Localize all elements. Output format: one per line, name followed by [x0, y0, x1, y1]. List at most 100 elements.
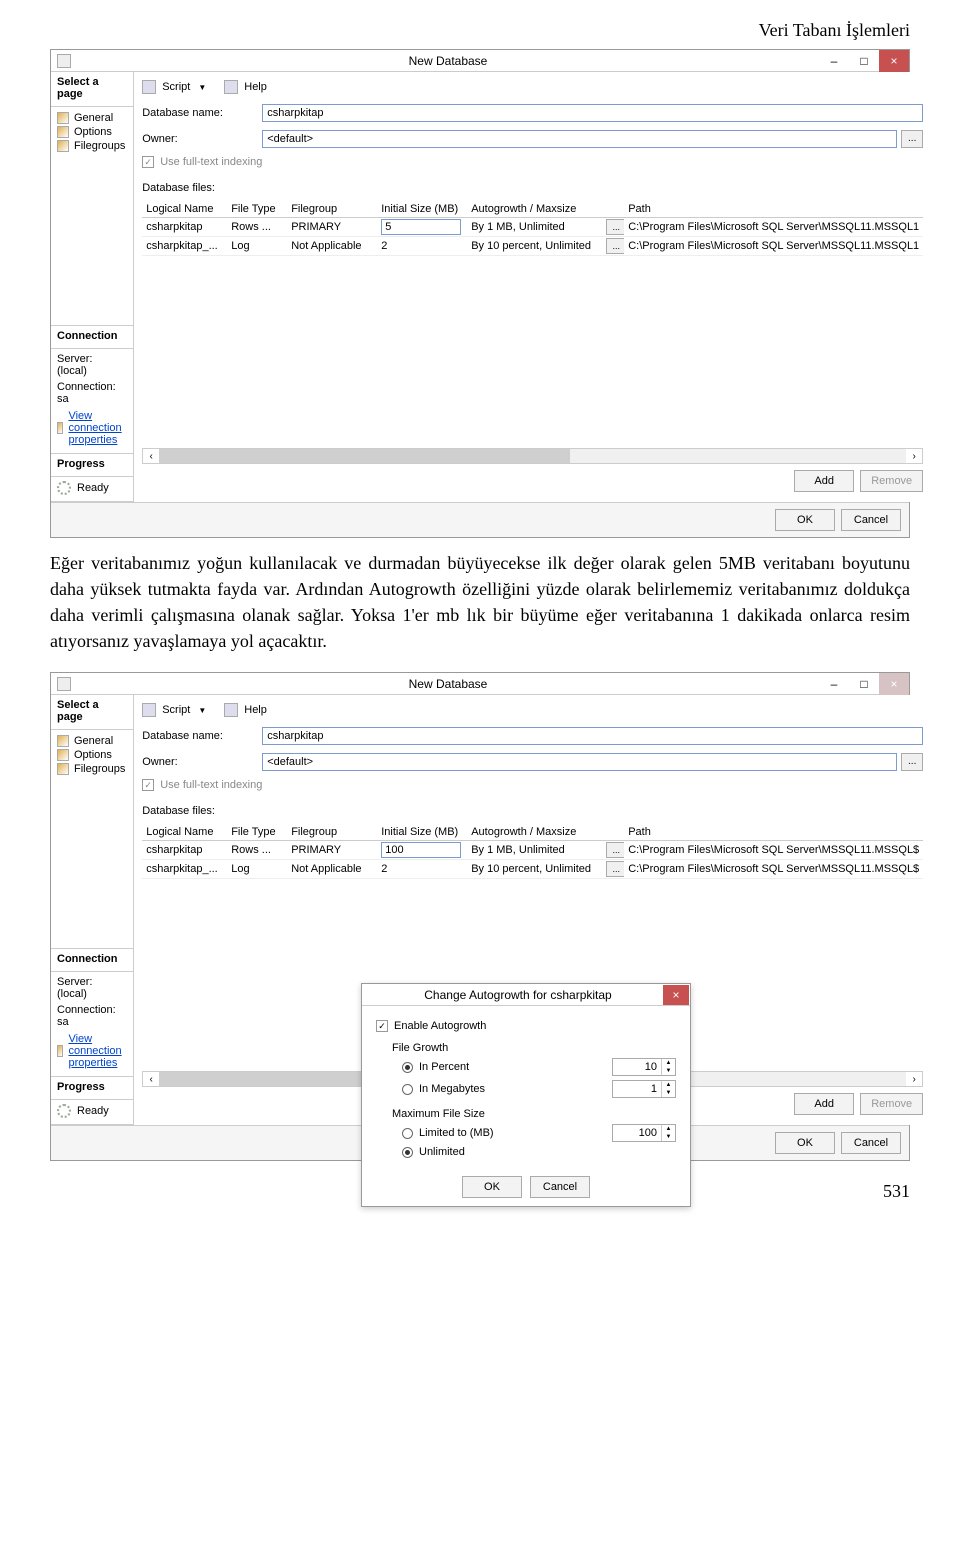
server-label: Server: — [57, 353, 127, 365]
cancel-button[interactable]: Cancel — [841, 509, 901, 531]
add-button[interactable]: Add — [794, 1093, 854, 1115]
remove-button[interactable]: Remove — [860, 1093, 923, 1115]
autogrowth-browse-button[interactable]: ... — [606, 842, 624, 858]
grid-row[interactable]: csharpkitap_... Log Not Applicable 2 By … — [142, 237, 923, 256]
properties-icon — [57, 1045, 63, 1057]
owner-label: Owner: — [142, 133, 262, 145]
connection-value: sa — [57, 393, 127, 405]
minimize-button[interactable]: – — [819, 50, 849, 72]
database-name-input[interactable] — [262, 104, 923, 122]
autogrowth-browse-button[interactable]: ... — [606, 861, 624, 877]
titlebar: New Database – □ × — [51, 50, 909, 72]
connection-label: Connection: — [57, 381, 127, 393]
connection-header: Connection — [51, 949, 133, 972]
add-button[interactable]: Add — [794, 470, 854, 492]
database-name-input[interactable] — [262, 727, 923, 745]
database-icon — [57, 54, 71, 68]
change-autogrowth-dialog: Change Autogrowth for csharpkitap × ✓ En… — [361, 983, 691, 1207]
page-header: Veri Tabanı İşlemleri — [50, 0, 910, 49]
script-icon — [142, 80, 156, 94]
fulltext-checkbox: ✓ — [142, 779, 154, 791]
initial-size-input[interactable] — [381, 842, 461, 858]
close-button[interactable]: × — [879, 50, 909, 72]
view-connection-properties-link[interactable]: View connection properties — [68, 1033, 127, 1069]
fulltext-checkbox: ✓ — [142, 156, 154, 168]
sidebar-item-general[interactable]: General — [57, 734, 127, 748]
page-icon — [57, 140, 69, 152]
sidebar-item-filegroups[interactable]: Filegroups — [57, 139, 127, 153]
grid-row[interactable]: csharpkitap_... Log Not Applicable 2 By … — [142, 860, 923, 879]
fulltext-label: Use full-text indexing — [160, 779, 262, 791]
help-icon — [224, 703, 238, 717]
database-name-label: Database name: — [142, 107, 262, 119]
grid-row[interactable]: csharpkitap Rows ... PRIMARY By 1 MB, Un… — [142, 218, 923, 237]
autogrowth-browse-button[interactable]: ... — [606, 238, 624, 254]
grid-header: Logical Name File Type Filegroup Initial… — [142, 823, 923, 841]
ok-button[interactable]: OK — [462, 1176, 522, 1198]
script-icon — [142, 703, 156, 717]
ok-button[interactable]: OK — [775, 1132, 835, 1154]
database-name-label: Database name: — [142, 730, 262, 742]
maximize-button[interactable]: □ — [849, 673, 879, 695]
body-paragraph: Eğer veritabanımız yoğun kullanılacak ve… — [50, 550, 910, 654]
database-icon — [57, 677, 71, 691]
chevron-down-icon[interactable]: ▼ — [198, 706, 206, 715]
connection-header: Connection — [51, 326, 133, 349]
initial-size-input[interactable] — [381, 219, 461, 235]
view-connection-properties-link[interactable]: View connection properties — [68, 410, 127, 446]
in-megabytes-radio[interactable] — [402, 1084, 413, 1095]
help-icon — [224, 80, 238, 94]
enable-autogrowth-label: Enable Autogrowth — [394, 1020, 486, 1032]
cancel-button[interactable]: Cancel — [530, 1176, 590, 1198]
max-file-size-header: Maximum File Size — [392, 1108, 676, 1120]
in-percent-spinner[interactable]: ▲▼ — [612, 1058, 676, 1076]
cancel-button[interactable]: Cancel — [841, 1132, 901, 1154]
new-database-dialog-1: New Database – □ × Select a page General… — [50, 49, 910, 538]
horizontal-scrollbar[interactable]: ‹ › — [142, 448, 923, 464]
in-megabytes-label: In Megabytes — [419, 1083, 612, 1095]
autogrowth-browse-button[interactable]: ... — [606, 219, 624, 235]
in-percent-label: In Percent — [419, 1061, 612, 1073]
limited-to-radio[interactable] — [402, 1128, 413, 1139]
owner-browse-button[interactable]: ... — [901, 753, 923, 771]
sidebar-item-general[interactable]: General — [57, 111, 127, 125]
properties-icon — [57, 422, 63, 434]
chevron-down-icon[interactable]: ▼ — [198, 83, 206, 92]
sidebar-item-options[interactable]: Options — [57, 125, 127, 139]
close-button[interactable]: × — [663, 985, 689, 1005]
select-a-page-header: Select a page — [51, 72, 133, 107]
page-icon — [57, 763, 69, 775]
page-icon — [57, 735, 69, 747]
script-button[interactable]: Script — [162, 81, 190, 93]
page-icon — [57, 126, 69, 138]
grid-row[interactable]: csharpkitap Rows ... PRIMARY By 1 MB, Un… — [142, 841, 923, 860]
server-label: Server: — [57, 976, 127, 988]
maximize-button[interactable]: □ — [849, 50, 879, 72]
in-megabytes-spinner[interactable]: ▲▼ — [612, 1080, 676, 1098]
owner-browse-button[interactable]: ... — [901, 130, 923, 148]
script-button[interactable]: Script — [162, 704, 190, 716]
minimize-button[interactable]: – — [819, 673, 849, 695]
remove-button[interactable]: Remove — [860, 470, 923, 492]
owner-input[interactable] — [262, 753, 897, 771]
select-a-page-header: Select a page — [51, 695, 133, 730]
progress-status: Ready — [77, 1105, 109, 1117]
ok-button[interactable]: OK — [775, 509, 835, 531]
limited-to-spinner[interactable]: ▲▼ — [612, 1124, 676, 1142]
help-button[interactable]: Help — [244, 704, 267, 716]
progress-header: Progress — [51, 454, 133, 477]
close-button[interactable]: × — [879, 673, 909, 695]
fulltext-label: Use full-text indexing — [160, 156, 262, 168]
help-button[interactable]: Help — [244, 81, 267, 93]
connection-label: Connection: — [57, 1004, 127, 1016]
connection-value: sa — [57, 1016, 127, 1028]
sidebar-item-options[interactable]: Options — [57, 748, 127, 762]
owner-input[interactable] — [262, 130, 897, 148]
in-percent-radio[interactable] — [402, 1062, 413, 1073]
unlimited-radio[interactable] — [402, 1147, 413, 1158]
dialog-title: New Database — [77, 54, 819, 68]
enable-autogrowth-checkbox[interactable]: ✓ — [376, 1020, 388, 1032]
database-files-label: Database files: — [142, 182, 923, 194]
progress-header: Progress — [51, 1077, 133, 1100]
sidebar-item-filegroups[interactable]: Filegroups — [57, 762, 127, 776]
